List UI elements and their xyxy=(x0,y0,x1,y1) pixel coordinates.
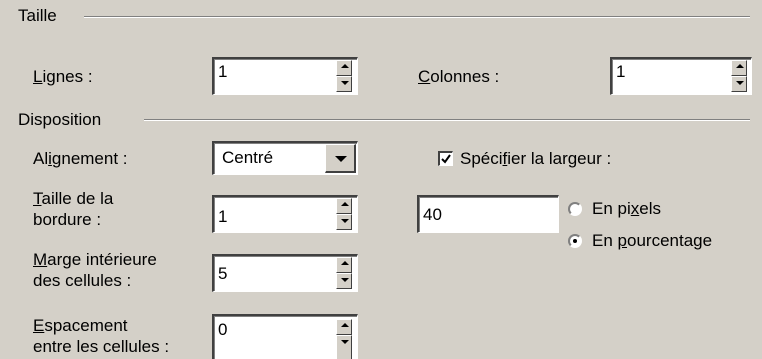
largeur-value: 40 xyxy=(423,205,442,224)
radio-selected-dot xyxy=(573,239,577,243)
marge-value: 5 xyxy=(218,264,228,283)
marge-spin-up[interactable] xyxy=(336,257,352,273)
taille-separator xyxy=(84,16,750,18)
colonnes-label: Colonnes : xyxy=(418,67,500,86)
alignement-value: Centré xyxy=(222,148,274,167)
spin-down-icon xyxy=(736,81,744,85)
colonnes-value: 1 xyxy=(616,62,626,81)
en-pourcentage-radio[interactable] xyxy=(568,234,582,248)
lignes-value: 1 xyxy=(218,62,228,81)
bordure-label: Taille de la bordure : xyxy=(33,189,114,229)
bordure-value: 1 xyxy=(218,207,228,226)
espacement-spin-down[interactable] xyxy=(336,335,352,359)
spin-up-icon xyxy=(341,323,349,327)
lignes-spin-down[interactable] xyxy=(336,76,352,92)
alignement-dropdown-button[interactable] xyxy=(325,144,356,173)
spin-up-icon xyxy=(341,202,349,206)
specifier-largeur-checkbox[interactable] xyxy=(438,151,453,166)
en-pixels-radio[interactable] xyxy=(568,202,582,216)
lignes-spin-up[interactable] xyxy=(336,60,352,76)
bordure-spin-up[interactable] xyxy=(336,198,352,214)
espacement-value: 0 xyxy=(218,320,228,339)
taille-heading: Taille xyxy=(18,6,57,25)
alignement-label: Alignement : xyxy=(33,149,128,168)
disposition-heading: Disposition xyxy=(18,110,102,129)
colonnes-spin-up[interactable] xyxy=(731,60,747,76)
disposition-separator xyxy=(144,119,750,121)
spin-up-icon xyxy=(736,64,744,68)
espacement-spin-up[interactable] xyxy=(336,319,352,335)
spin-down-icon xyxy=(341,278,349,282)
en-pixels-label[interactable]: En pixels xyxy=(592,199,661,219)
chevron-down-icon xyxy=(335,156,347,162)
colonnes-spinner[interactable] xyxy=(731,60,747,94)
spin-down-icon xyxy=(341,340,349,344)
marge-spin-down[interactable] xyxy=(336,273,352,289)
spin-down-icon xyxy=(341,219,349,223)
spin-down-icon xyxy=(341,81,349,85)
spin-up-icon xyxy=(341,261,349,265)
espacement-label: Espacement entre les cellules : xyxy=(33,316,170,356)
largeur-input[interactable]: 40 xyxy=(417,195,559,233)
espacement-spinner[interactable] xyxy=(336,319,352,359)
marge-spinner[interactable] xyxy=(336,257,352,291)
specifier-largeur-label[interactable]: Spécifier la largeur : xyxy=(460,149,611,169)
colonnes-spin-down[interactable] xyxy=(731,76,747,92)
bordure-spin-down[interactable] xyxy=(336,214,352,230)
lignes-label: Lignes : xyxy=(33,67,93,86)
en-pourcentage-label[interactable]: En pourcentage xyxy=(592,231,712,251)
marge-label: Marge intérieure des cellules : xyxy=(33,250,157,290)
spin-up-icon xyxy=(341,64,349,68)
checkmark-icon xyxy=(441,154,451,164)
bordure-spinner[interactable] xyxy=(336,198,352,232)
lignes-spinner[interactable] xyxy=(336,60,352,94)
